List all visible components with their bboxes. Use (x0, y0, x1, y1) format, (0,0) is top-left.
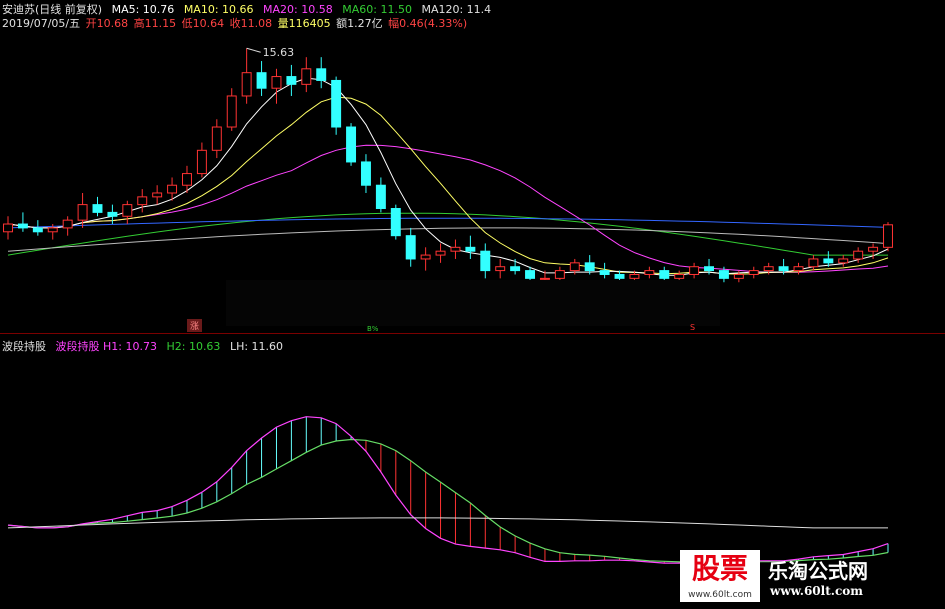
watermark-brand1: 股票 (691, 552, 748, 585)
indicator-lh: LH: 11.60 (229, 340, 284, 353)
ma20-line (7, 144, 889, 273)
candle-body (584, 262, 595, 272)
candle-body (838, 258, 849, 264)
quote-info: 2019/07/05/五 开10.68 高11.15 低10.64 收11.08… (2, 15, 473, 31)
candle-body (629, 273, 640, 279)
candle-body (808, 258, 819, 268)
candle-body (301, 68, 312, 85)
watermark-url: www.60lt.com (770, 584, 863, 598)
candle-body (674, 273, 685, 279)
candle-body (390, 208, 401, 237)
candle-body (92, 204, 103, 213)
candle-body (689, 266, 700, 275)
indicator-h1-line (7, 416, 889, 564)
indicator-name2: 波段持股 (55, 340, 100, 353)
quote-amount: 额1.27亿 (336, 17, 383, 30)
candle-body (823, 258, 834, 264)
quote-change: 幅0.46(4.33%) (388, 17, 468, 30)
candle-body (480, 250, 491, 272)
candle-body (137, 196, 148, 206)
signal-b: B% (367, 325, 379, 333)
quote-low: 低10.64 (181, 17, 225, 30)
indicator-h2-line (7, 438, 889, 563)
candle-body (182, 173, 192, 186)
candle-body (256, 72, 267, 89)
candle-body (3, 223, 13, 233)
redacted-area (533, 0, 945, 140)
candle-body (360, 161, 371, 186)
quote-date: 2019/07/05/五 (2, 17, 81, 30)
candle-body (17, 223, 28, 229)
stock-chart-window: 15.63 安迪苏(日线 前复权) MA5: 10.76 MA10: 10.66… (0, 0, 945, 609)
candle-body (47, 227, 58, 233)
indicator-legend: 波段持股 波段持股 H1: 10.73 H2: 10.63 LH: 11.60 (2, 338, 289, 354)
candle-body (659, 270, 670, 279)
candle-body (226, 95, 237, 128)
candle-body (241, 72, 252, 97)
candle-body (569, 262, 580, 272)
candle-body (644, 270, 655, 275)
signal-s: S (690, 323, 696, 332)
candle-body (778, 266, 789, 272)
panel-divider[interactable] (0, 333, 945, 334)
ma120-line (7, 217, 889, 229)
indicator-name: 波段持股 (2, 340, 46, 353)
candle-body (375, 184, 386, 210)
candle-body (525, 270, 536, 279)
signal-zhang: 涨 (187, 319, 203, 332)
candle-body (704, 266, 714, 272)
candle-body (450, 246, 461, 252)
quote-high: 高11.15 (133, 17, 177, 30)
candle-body (211, 126, 222, 151)
candle-body (748, 270, 759, 275)
candle-body (122, 204, 133, 217)
candle-body (331, 79, 342, 128)
high-price-label: 15.63 (263, 46, 295, 59)
candle-body (62, 219, 73, 229)
candle-body (316, 68, 327, 81)
candle-body (152, 192, 163, 198)
ma60-line (7, 212, 888, 256)
quote-open: 开10.68 (85, 17, 129, 30)
candle-body (32, 227, 43, 233)
candle-body (271, 76, 282, 89)
candle-body (495, 266, 506, 272)
candle-body (465, 246, 476, 252)
candle-body (614, 273, 625, 279)
watermark-logo: 股票 www.60lt.com (680, 550, 760, 602)
candle-body (793, 266, 804, 272)
candle-body (883, 224, 893, 248)
candle-body (196, 149, 207, 175)
candle-body (554, 270, 565, 279)
candle-body (286, 76, 297, 85)
quote-volume: 量116405 (277, 17, 331, 30)
high-marker-line (246, 47, 261, 53)
candle-body (763, 266, 774, 272)
candle-body (868, 246, 879, 252)
candle-body (435, 250, 446, 256)
candle-body (599, 270, 610, 275)
candle-body (510, 266, 521, 272)
candle-body (107, 211, 118, 217)
candle-body (853, 250, 864, 260)
watermark-brand1-sub: www.60lt.com (688, 590, 752, 600)
quote-close: 收11.08 (229, 17, 273, 30)
candle-body (420, 254, 431, 260)
ma250-line (7, 227, 889, 252)
candle-body (718, 270, 729, 279)
watermark-brand2: 乐淘公式网 (768, 559, 868, 583)
indicator-h1: H1: 10.73 (103, 340, 157, 353)
candle-body (405, 235, 416, 260)
candle-body (167, 184, 178, 194)
indicator-h2: H2: 10.63 (166, 340, 221, 353)
candle-body (346, 126, 357, 163)
redacted-area-lower (226, 280, 720, 326)
candle-body (77, 204, 88, 221)
candle-body (733, 273, 744, 279)
